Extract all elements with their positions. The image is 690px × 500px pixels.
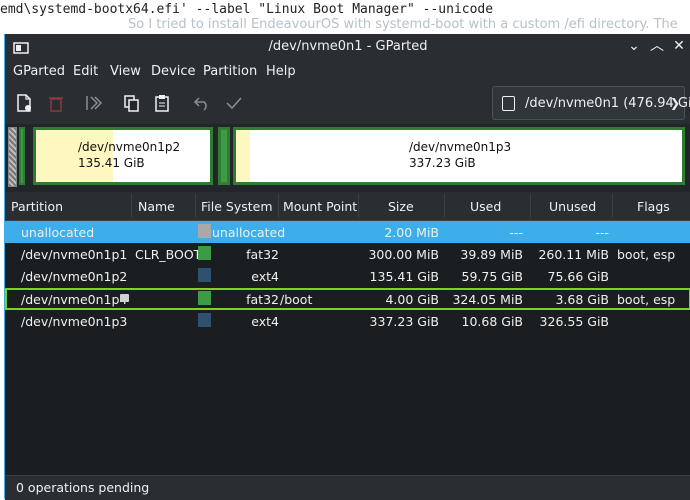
menu-bar: GParted Edit View Device Partition Help [5, 60, 690, 84]
menu-partition[interactable]: Partition [203, 64, 257, 79]
diskmap-p2-name: /dev/nvme0n1p2 [78, 140, 181, 154]
disk-graphic: /dev/nvme0n1p2 135.41 GiB /dev/nvme0n1p3… [5, 124, 690, 192]
cell-file-system: unallocated [212, 225, 286, 240]
cell-size: 337.23 GiB [369, 314, 439, 329]
device-selector[interactable]: /dev/nvme0n1 (476.94 GiB) ❯ [492, 86, 690, 120]
cell-mount-point: /boot [280, 292, 313, 307]
diskmap-p2-size: 135.41 GiB [78, 156, 145, 170]
table-header: Partition Name File System Mount Point S… [5, 192, 690, 221]
cell-used: 39.89 MiB [460, 247, 523, 262]
header-mount-point[interactable]: Mount Point [283, 199, 357, 214]
copy-icon[interactable] [121, 92, 143, 114]
cell-size: 300.00 MiB [368, 247, 439, 262]
cell-used: 10.68 GiB [461, 314, 524, 329]
maximize-icon[interactable]: ︿ [648, 37, 666, 55]
diskmap-partition-p2[interactable]: /dev/nvme0n1p2 135.41 GiB [33, 127, 213, 185]
menu-view[interactable]: View [110, 64, 141, 79]
fs-color-swatch [198, 246, 211, 260]
header-size[interactable]: Size [388, 199, 414, 214]
fs-color-swatch [198, 291, 211, 305]
cell-file-system: fat32 [246, 292, 279, 307]
cell-file-system: ext4 [251, 269, 279, 284]
fs-color-swatch [198, 224, 211, 238]
close-icon[interactable]: ✕ [670, 37, 688, 55]
background-terminal: emd\systemd-bootx64.efi' --label "Linux … [0, 0, 690, 34]
terminal-command-text: emd\systemd-bootx64.efi' --label "Linux … [0, 2, 494, 17]
cell-partition: /dev/nvme0n1p1 [21, 247, 128, 262]
cell-unused: 260.11 MiB [538, 247, 609, 262]
menu-gparted[interactable]: GParted [13, 64, 65, 79]
cell-unused: 3.68 GiB [555, 292, 609, 307]
cell-unused: 326.55 GiB [539, 314, 609, 329]
header-name[interactable]: Name [138, 199, 175, 214]
cell-name: CLR_BOOT [135, 247, 202, 262]
toolbar: /dev/nvme0n1 (476.94 GiB) ❯ [5, 84, 690, 124]
fs-color-swatch [198, 268, 211, 282]
menu-help[interactable]: Help [266, 64, 296, 79]
status-bar: 0 operations pending [5, 475, 690, 500]
menu-device[interactable]: Device [151, 64, 195, 79]
chevron-down-icon: ❯ [669, 96, 680, 110]
paste-icon[interactable] [151, 92, 173, 114]
minimize-icon[interactable]: ⌄ [625, 37, 643, 55]
diskmap-p3-size: 337.23 GiB [409, 156, 476, 170]
cell-flags: boot, esp [617, 247, 676, 262]
menu-edit[interactable]: Edit [73, 64, 98, 79]
diskmap-p3-used [236, 130, 251, 182]
cell-partition: /dev/nvme0n1p2 [21, 269, 128, 284]
cell-unused: --- [595, 225, 609, 240]
window-title: /dev/nvme0n1 - GParted [268, 39, 428, 54]
table-row[interactable]: /dev/nvme0n1p1 CLR_BOOT fat32 300.00 MiB… [5, 243, 690, 265]
background-page-text: So I tried to install EndeavourOS with s… [128, 17, 678, 32]
diskmap-partition-p3[interactable]: /dev/nvme0n1p3 337.23 GiB [233, 127, 685, 185]
header-unused[interactable]: Unused [549, 199, 596, 214]
cell-size: 135.41 GiB [369, 269, 439, 284]
new-partition-icon[interactable] [13, 92, 35, 114]
device-selector-label: /dev/nvme0n1 (476.94 GiB) [525, 96, 690, 111]
cell-used: --- [509, 225, 523, 240]
header-file-system[interactable]: File System [201, 199, 273, 214]
header-flags[interactable]: Flags [637, 199, 670, 214]
fs-color-swatch [198, 313, 211, 327]
lock-icon [120, 294, 129, 302]
cell-used: 324.05 MiB [452, 292, 523, 307]
cell-partition: /dev/nvme0n1p4 [21, 292, 128, 307]
gparted-window: /dev/nvme0n1 - GParted ⌄ ︿ ✕ GParted Edi… [4, 34, 690, 500]
table-row[interactable]: /dev/nvme0n1p2 ext4 135.41 GiB 59.75 GiB… [5, 265, 690, 287]
cell-size: 2.00 MiB [384, 225, 439, 240]
table-row[interactable]: unallocated unallocated 2.00 MiB --- --- [5, 221, 690, 243]
diskmap-p3-name: /dev/nvme0n1p3 [409, 140, 512, 154]
table-row[interactable]: /dev/nvme0n1p3 ext4 337.23 GiB 10.68 GiB… [5, 310, 690, 332]
status-text: 0 operations pending [16, 480, 150, 495]
cell-used: 59.75 GiB [461, 269, 524, 284]
diskmap-partition-p4[interactable] [218, 127, 230, 185]
delete-icon[interactable] [45, 92, 67, 114]
cell-partition: unallocated [21, 225, 95, 240]
cell-partition: /dev/nvme0n1p3 [21, 314, 128, 329]
cell-unused: 75.66 GiB [547, 269, 610, 284]
undo-icon[interactable] [191, 92, 213, 114]
cell-flags: boot, esp [617, 292, 676, 307]
header-used[interactable]: Used [470, 199, 501, 214]
disk-icon [502, 96, 515, 111]
diskmap-unallocated[interactable] [8, 127, 17, 187]
apply-icon[interactable] [223, 92, 245, 114]
cell-file-system: ext4 [251, 314, 279, 329]
resize-move-icon[interactable] [83, 92, 105, 114]
cell-file-system: fat32 [246, 247, 279, 262]
diskmap-partition-p1[interactable] [19, 127, 25, 185]
title-bar[interactable]: /dev/nvme0n1 - GParted ⌄ ︿ ✕ [5, 34, 690, 60]
partition-table: Partition Name File System Mount Point S… [5, 192, 690, 475]
table-row[interactable]: /dev/nvme0n1p4 fat32 /boot 4.00 GiB 324.… [5, 288, 690, 310]
cell-size: 4.00 GiB [385, 292, 439, 307]
header-partition[interactable]: Partition [11, 199, 63, 214]
